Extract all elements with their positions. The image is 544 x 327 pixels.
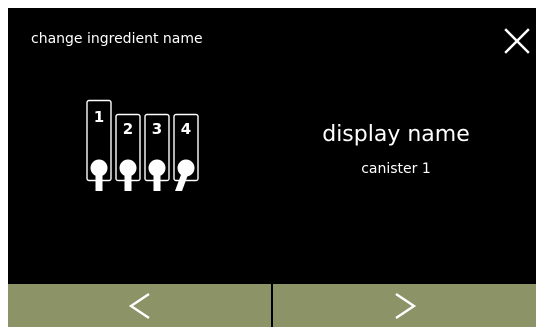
close-icon	[504, 28, 530, 54]
navigation-bar	[8, 284, 536, 327]
canister-2: 2	[115, 113, 141, 191]
display-name-value[interactable]: canister 1	[298, 161, 494, 177]
chevron-left-icon	[128, 292, 150, 319]
page-title: change ingredient name	[31, 31, 203, 47]
next-button[interactable]	[273, 284, 536, 327]
canister-4: 4	[173, 113, 199, 191]
canister-number: 1	[94, 108, 104, 126]
chevron-right-icon	[394, 292, 416, 319]
canister-3: 3	[144, 113, 170, 191]
canister-number: 4	[181, 120, 191, 138]
canister-1: 1	[86, 99, 112, 191]
canister-number: 3	[152, 120, 162, 138]
screen: change ingredient name 1 2 3 4 display n…	[8, 8, 536, 327]
close-button[interactable]	[502, 26, 532, 56]
canister-number: 2	[123, 120, 133, 138]
display-name-label: display name	[322, 122, 470, 147]
previous-button[interactable]	[8, 284, 271, 327]
canister-diagram: 1 2 3 4	[86, 99, 210, 204]
canister-icon: 1 2 3 4	[86, 99, 199, 191]
